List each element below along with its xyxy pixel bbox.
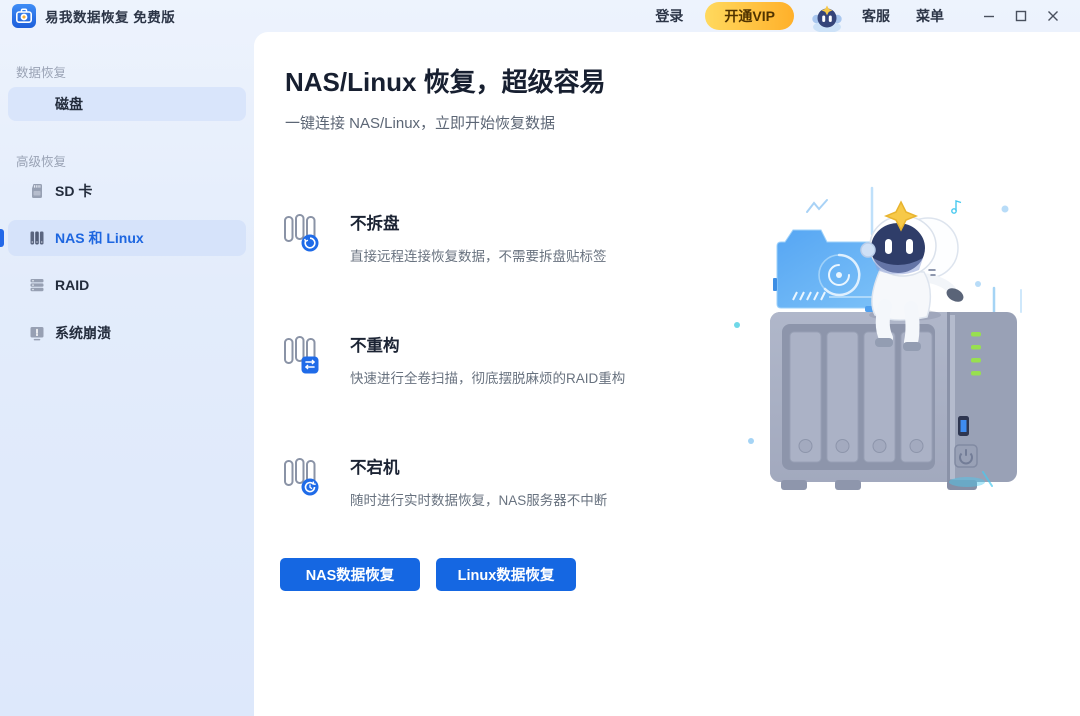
page-title: NAS/Linux 恢复，超级容易	[285, 67, 606, 97]
sidebar-item-raid[interactable]: RAID	[8, 267, 246, 303]
login-button[interactable]: 登录	[655, 6, 683, 26]
nas-full-scan-icon	[283, 335, 321, 375]
system-crash-icon	[28, 324, 46, 342]
linux-recovery-button[interactable]: Linux数据恢复	[436, 558, 576, 591]
sidebar-item-system-crash[interactable]: 系统崩溃	[8, 315, 246, 351]
sidebar-item-label: SD 卡	[55, 183, 93, 199]
feature-title: 不拆盘	[350, 215, 400, 233]
support-button[interactable]: 客服	[862, 6, 890, 26]
close-button[interactable]	[1040, 5, 1066, 27]
nas-remote-connect-icon	[283, 213, 321, 253]
action-buttons: NAS数据恢复 Linux数据恢复	[280, 558, 576, 591]
nas-server-icon	[28, 229, 46, 247]
titlebar-left: 易我数据恢复 免费版	[12, 4, 175, 28]
vip-button[interactable]: 开通VIP	[705, 2, 794, 30]
minimize-button[interactable]	[976, 5, 1002, 27]
nas-illustration	[715, 178, 1025, 508]
feature-title: 不宕机	[350, 459, 400, 477]
app-title: 易我数据恢复 免费版	[45, 10, 176, 25]
raid-stack-icon	[28, 276, 46, 294]
feature-no-rebuild: 不重构 快速进行全卷扫描，彻底摆脱麻烦的RAID重构	[283, 332, 683, 387]
sidebar-item-label: NAS 和 Linux	[55, 230, 144, 246]
selected-indicator	[0, 229, 4, 247]
sd-card-icon	[28, 182, 46, 200]
section-label-advanced-recovery: 高级恢复	[16, 155, 67, 169]
titlebar: 易我数据恢复 免费版 登录 开通VIP 客服 菜单	[0, 0, 1080, 34]
feature-desc: 随时进行实时数据恢复，NAS服务器不中断	[350, 493, 608, 508]
section-label-data-recovery: 数据恢复	[16, 66, 67, 80]
nas-recovery-button[interactable]: NAS数据恢复	[280, 558, 420, 591]
sidebar-item-label: 磁盘	[55, 96, 83, 112]
sidebar-item-disk[interactable]: 磁盘	[8, 87, 246, 121]
sidebar-item-nas-linux[interactable]: NAS 和 Linux	[0, 220, 246, 256]
page-subtitle: 一键连接 NAS/Linux，立即开始恢复数据	[285, 115, 556, 132]
feature-no-disassembly: 不拆盘 直接远程连接恢复数据，不需要拆盘贴标签	[283, 210, 683, 265]
app-logo-icon	[12, 4, 36, 28]
sidebar: 数据恢复 磁盘 高级恢复 SD 卡 NAS 和 Linux RAID 系统崩溃	[0, 32, 254, 716]
feature-desc: 直接远程连接恢复数据，不需要拆盘贴标签	[350, 249, 607, 264]
titlebar-right: 登录 开通VIP 客服 菜单	[655, 1, 1066, 34]
feature-desc: 快速进行全卷扫描，彻底摆脱麻烦的RAID重构	[350, 371, 626, 386]
feature-title: 不重构	[350, 337, 400, 355]
nas-uptime-icon	[283, 457, 321, 497]
menu-button[interactable]: 菜单	[916, 6, 944, 26]
mascot-avatar[interactable]	[808, 4, 846, 34]
sidebar-item-label: 系统崩溃	[55, 325, 111, 341]
feature-no-downtime: 不宕机 随时进行实时数据恢复，NAS服务器不中断	[283, 454, 683, 509]
main-panel: NAS/Linux 恢复，超级容易 一键连接 NAS/Linux，立即开始恢复数…	[254, 32, 1080, 716]
sidebar-item-sd-card[interactable]: SD 卡	[8, 173, 246, 209]
maximize-button[interactable]	[1008, 5, 1034, 27]
sidebar-item-label: RAID	[55, 277, 90, 293]
